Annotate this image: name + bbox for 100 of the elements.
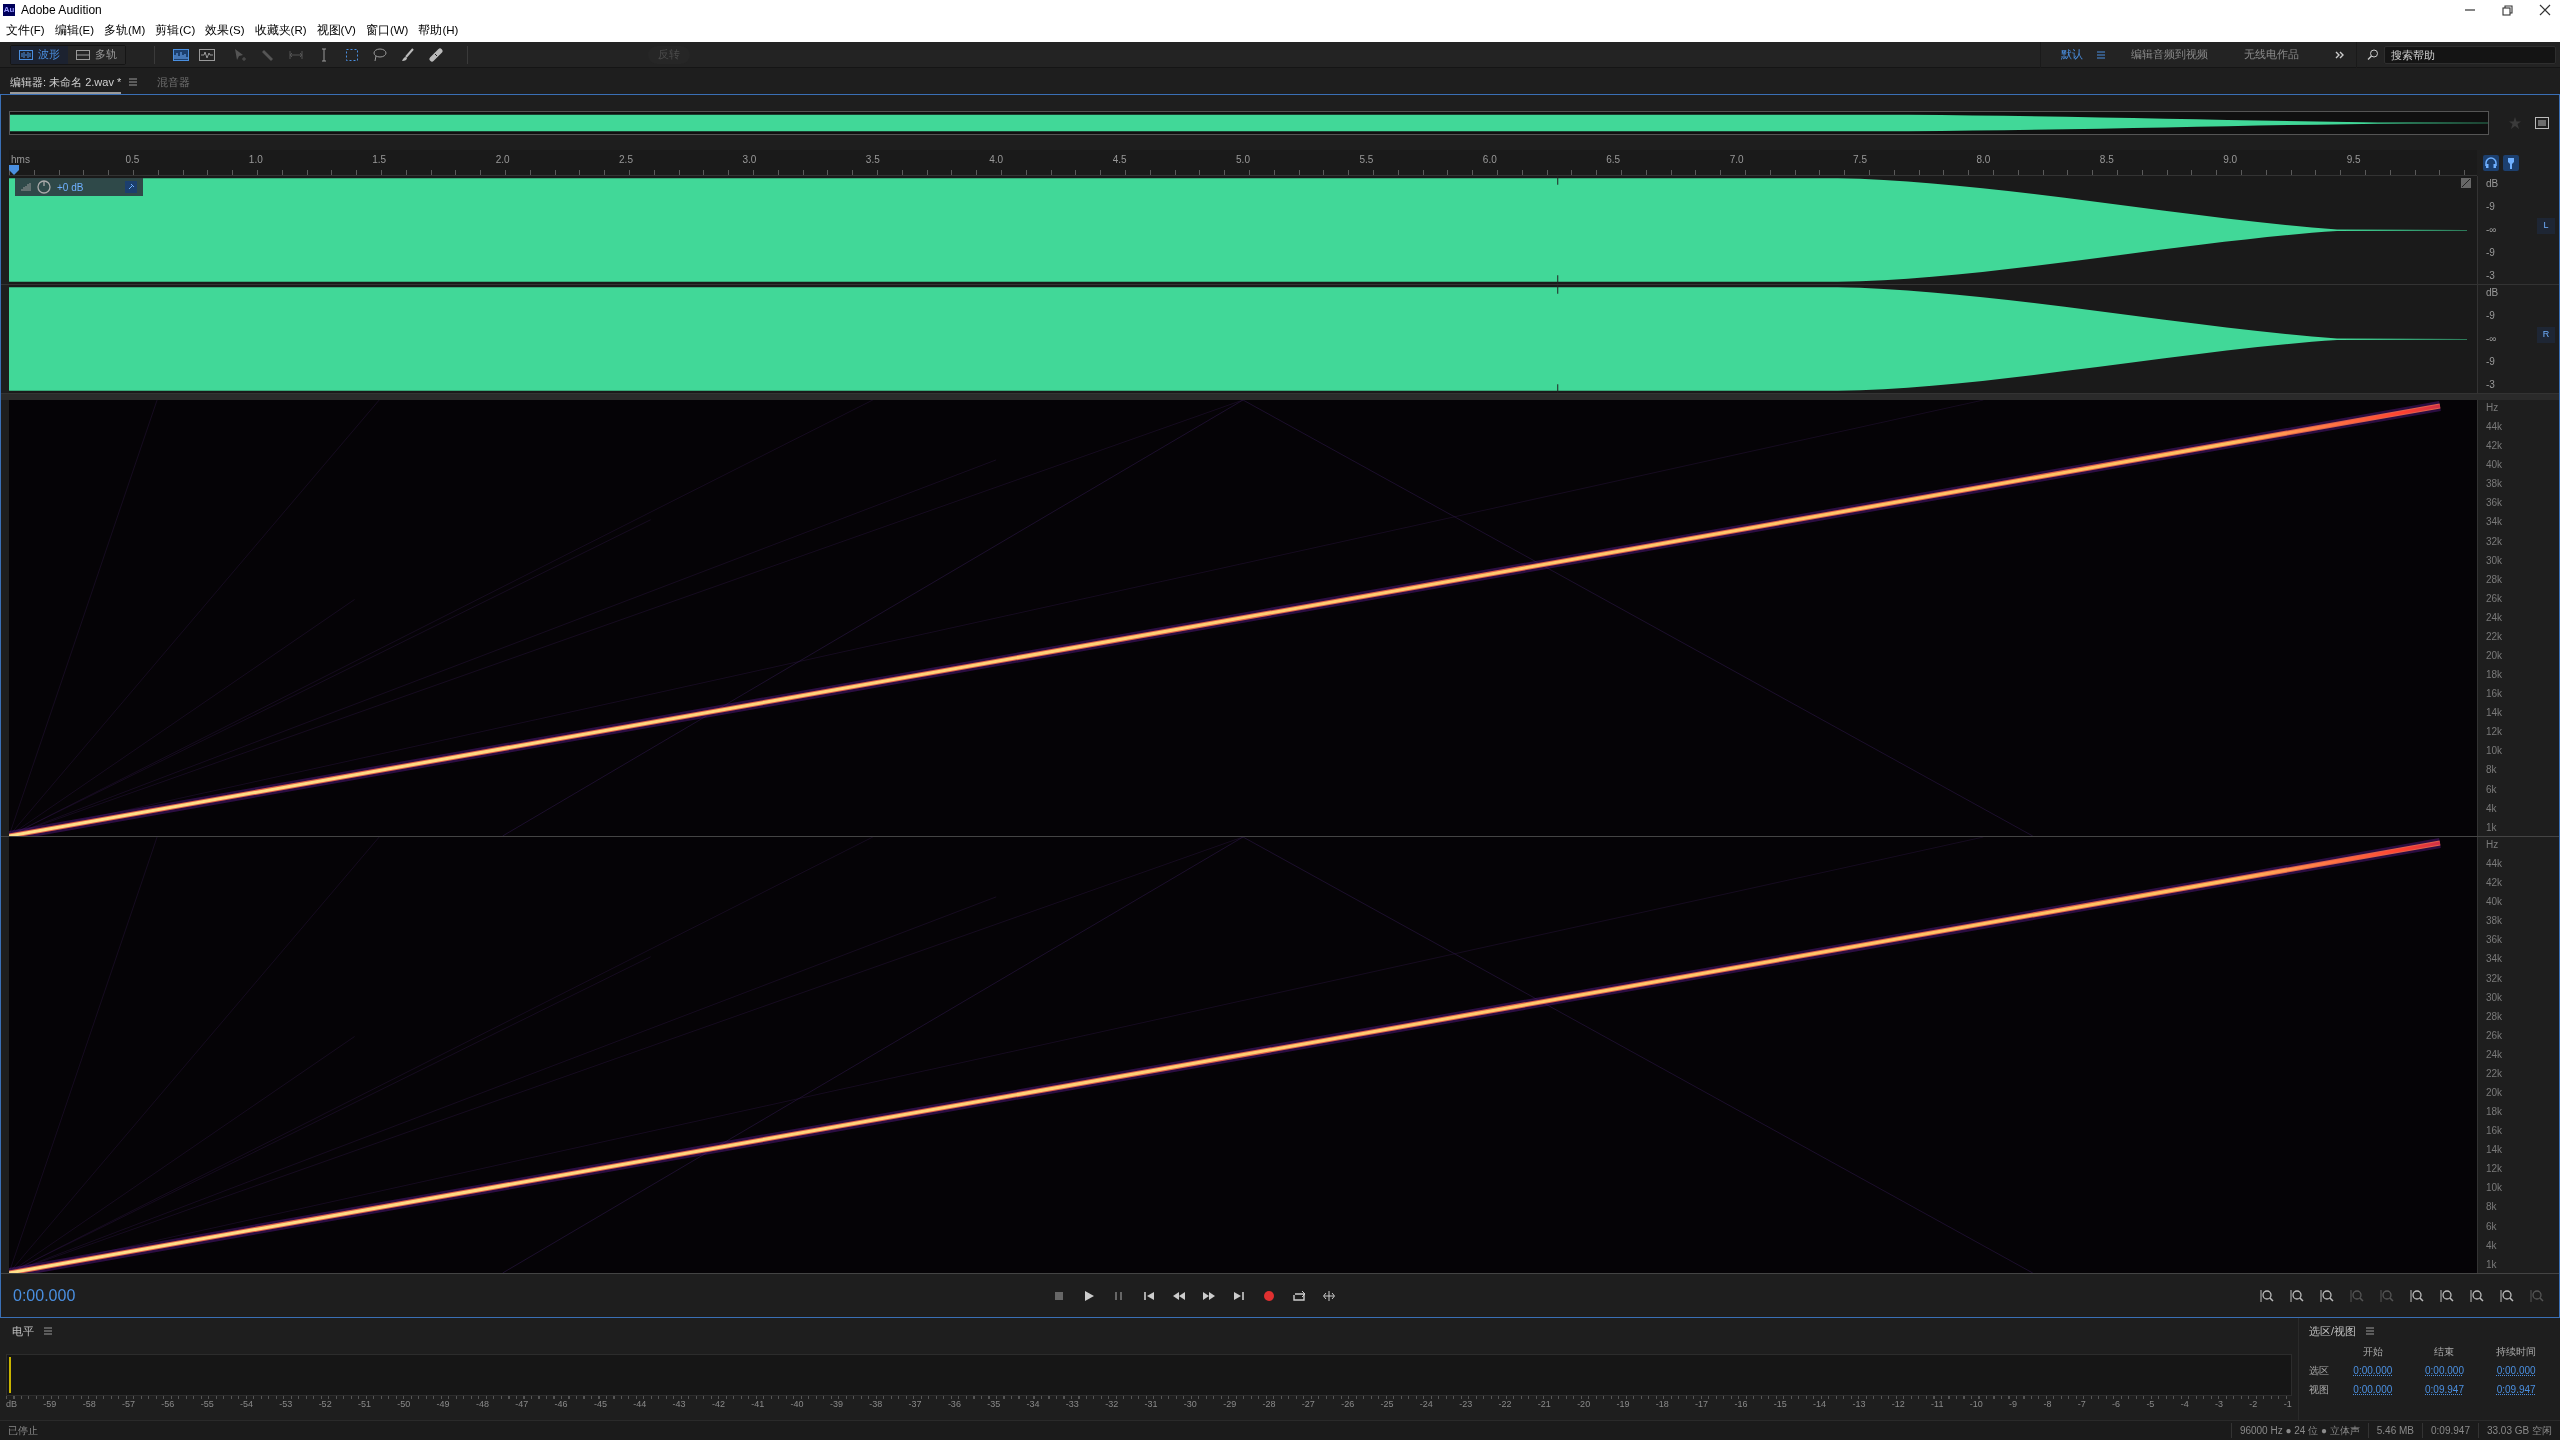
time-value-field[interactable]: 0:00.000 — [2353, 1365, 2393, 1376]
time-ruler[interactable]: hms 0.5 1.0 1.5 2.0 2.5 3.0 3.5 4.0 4.5 5.0 5.5 6.0 6.5 7.0 7.5 8.0 8.5 9.0 9.5 — [9, 150, 2477, 176]
scale-label: dB — [2486, 178, 2499, 190]
zoom-in-right-icon[interactable] — [2439, 1288, 2454, 1303]
headphones-icon[interactable] — [2483, 155, 2499, 171]
search-field[interactable]: 搜索帮助 — [2384, 45, 2556, 64]
skip-to-end-icon[interactable] — [1233, 1289, 1245, 1302]
scale-label: 38k — [2486, 478, 2503, 491]
panel-title: 电平 — [12, 1323, 34, 1339]
gain-value[interactable]: +0 dB — [57, 179, 84, 195]
rewind-icon[interactable] — [1173, 1289, 1185, 1302]
scale-label: 6k — [2486, 783, 2497, 796]
scale-label: 44k — [2486, 858, 2503, 871]
play-icon[interactable] — [1083, 1289, 1095, 1302]
bandage-icon[interactable] — [429, 47, 443, 62]
meter-label: -34 — [1026, 1398, 1040, 1412]
restore-icon[interactable] — [2502, 4, 2513, 16]
scale-label: 8k — [2486, 1201, 2497, 1214]
loop-icon[interactable] — [1293, 1289, 1305, 1302]
meter-label: -4 — [2180, 1398, 2189, 1412]
menu-item[interactable]: 视图(V) — [316, 22, 356, 40]
scale-label: 12k — [2486, 726, 2503, 739]
marquee-tool-icon[interactable] — [345, 47, 359, 62]
spectral-display-icon[interactable] — [173, 48, 189, 61]
skip-to-start-icon[interactable] — [1143, 1289, 1155, 1302]
meter-label: -8 — [2043, 1398, 2052, 1412]
meter-label: dB — [6, 1398, 17, 1412]
waveform-display-icon[interactable] — [199, 48, 215, 61]
meter-label: -50 — [397, 1398, 411, 1412]
menu-item[interactable]: 帮助(H) — [418, 22, 459, 40]
zoom-out-amplitude-icon[interactable] — [2289, 1288, 2304, 1303]
menu-item[interactable]: 剪辑(C) — [155, 22, 196, 40]
pin-icon[interactable] — [2503, 155, 2519, 171]
meter-label: -30 — [1183, 1398, 1197, 1412]
panel-tab[interactable]: 混音器 — [157, 72, 191, 94]
workspace-tab[interactable]: 编辑音频到视频 — [2131, 46, 2208, 63]
panel-menu-icon[interactable] — [44, 1327, 52, 1335]
scale-label: 10k — [2486, 745, 2503, 758]
workspace-tab[interactable]: 默认 — [2061, 46, 2083, 63]
clip-gain-hud[interactable]: +0 dB — [15, 178, 143, 196]
more-workspaces-icon[interactable] — [2335, 50, 2344, 59]
status-text: 已停止 — [7, 1424, 38, 1438]
zoom-in-amplitude-icon[interactable] — [2259, 1288, 2274, 1303]
meter-label: -45 — [593, 1398, 607, 1412]
scale-label: 16k — [2486, 1125, 2503, 1138]
menu-item[interactable]: 文件(F) — [6, 22, 45, 40]
lasso-tool-icon[interactable] — [373, 47, 387, 62]
ruler-label: 7.0 — [1729, 153, 1744, 167]
menu-item[interactable]: 效果(S) — [205, 22, 245, 40]
meter-label: -41 — [751, 1398, 765, 1412]
scale-label: 42k — [2486, 877, 2503, 890]
overview-menu-icon[interactable] — [2535, 116, 2549, 129]
status-item: 0:09.947 — [2422, 1423, 2478, 1438]
channel-badge[interactable]: L — [2537, 218, 2555, 234]
pause-icon[interactable] — [1113, 1289, 1125, 1302]
fade-handle-icon[interactable] — [2461, 178, 2471, 188]
meter-label: -20 — [1577, 1398, 1591, 1412]
time-value-field[interactable]: 0:00.000 — [2353, 1384, 2393, 1395]
menu-item[interactable]: 多轨(M) — [104, 22, 146, 40]
brush-icon[interactable] — [401, 47, 415, 62]
fast-forward-icon[interactable] — [1203, 1289, 1215, 1302]
time-value-field[interactable]: 0:09.947 — [2425, 1384, 2464, 1395]
skip-clip-icon[interactable] — [1323, 1289, 1335, 1302]
menu-item[interactable]: 窗口(W) — [365, 22, 409, 40]
meter-label: -51 — [357, 1398, 371, 1412]
zoom-in-left-icon[interactable] — [2409, 1288, 2424, 1303]
time-value-field[interactable]: 0:00.000 — [2425, 1365, 2464, 1376]
scale-label: 22k — [2486, 630, 2503, 643]
app-logo: Au — [3, 4, 15, 16]
close-icon[interactable] — [2539, 4, 2551, 16]
meter-label: -48 — [475, 1398, 489, 1412]
meter-label: -16 — [1734, 1398, 1748, 1412]
menu-item[interactable]: 编辑(E) — [54, 22, 95, 40]
scale-label: 24k — [2486, 1048, 2503, 1061]
level-bars-icon — [21, 182, 31, 192]
channel-badge[interactable]: R — [2537, 327, 2555, 343]
scale-label: 30k — [2486, 991, 2503, 1004]
meter-label: -25 — [1380, 1398, 1394, 1412]
stop-icon[interactable] — [1053, 1289, 1065, 1302]
hud-pin-icon[interactable] — [125, 181, 137, 193]
record-icon[interactable] — [1263, 1289, 1275, 1302]
scale-label: 28k — [2486, 1010, 2503, 1023]
gain-knob-icon[interactable] — [37, 180, 51, 194]
time-value-field[interactable]: 0:00.000 — [2496, 1365, 2536, 1376]
zoom-out-full-time-icon[interactable] — [2469, 1288, 2484, 1303]
workspace-tab[interactable]: 无线电作品 — [2244, 46, 2299, 63]
time-value-field[interactable]: 0:09.947 — [2496, 1384, 2536, 1395]
meter-label: -7 — [2077, 1398, 2086, 1412]
scale-label: 18k — [2486, 1106, 2503, 1119]
scale-label: 40k — [2486, 459, 2503, 472]
zoom-in-icon[interactable] — [2319, 1288, 2334, 1303]
meter-label: -6 — [2112, 1398, 2121, 1412]
scale-label: 38k — [2486, 915, 2503, 928]
ruler-label: 4.5 — [1112, 153, 1127, 167]
panel-menu-icon[interactable] — [2366, 1327, 2375, 1335]
panel-menu-icon[interactable] — [129, 78, 138, 86]
meter-label: -37 — [908, 1398, 922, 1412]
menu-item[interactable]: 收藏夹(R) — [254, 22, 307, 40]
reset-zoom-icon[interactable] — [2499, 1288, 2514, 1303]
waveform-view-button[interactable]: 波形 — [11, 45, 68, 64]
